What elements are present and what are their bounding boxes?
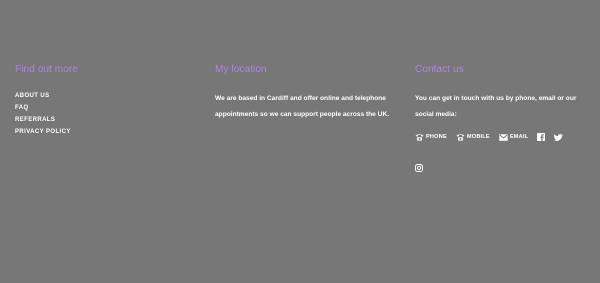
phone-label: PHONE — [426, 134, 447, 140]
mobile-icon — [456, 133, 465, 141]
faq-link[interactable]: FAQ — [15, 102, 185, 114]
footer-links: ABOUT US FAQ REFERRALS PRIVACY POLICY — [15, 90, 185, 138]
email-link[interactable]: EMAIL — [499, 133, 529, 141]
location-text: We are based in Cardiff and offer online… — [215, 95, 390, 118]
instagram-link[interactable] — [415, 164, 423, 172]
instagram-icon — [415, 164, 423, 172]
twitter-link[interactable] — [554, 133, 564, 141]
contact-text: You can get in touch with us by phone, e… — [415, 95, 577, 118]
twitter-icon — [554, 133, 564, 141]
location-section: My location We are based in Cardiff and … — [215, 64, 390, 122]
social-row — [415, 162, 590, 174]
site-footer: Find out more ABOUT US FAQ REFERRALS PRI… — [0, 0, 600, 283]
about-us-link[interactable]: ABOUT US — [15, 90, 185, 102]
email-label: EMAIL — [509, 134, 529, 140]
phone-icon — [415, 133, 424, 141]
facebook-link[interactable] — [537, 133, 546, 141]
mobile-link[interactable]: MOBILE — [456, 133, 490, 141]
find-out-more-section: Find out more ABOUT US FAQ REFERRALS PRI… — [15, 64, 185, 138]
referrals-link[interactable]: REFERRALS — [15, 114, 185, 126]
location-heading: My location — [215, 64, 267, 75]
contact-options: PHONE MOBILE EMAIL — [415, 131, 590, 143]
phone-link[interactable]: PHONE — [415, 133, 447, 141]
contact-section: Contact us You can get in touch with us … — [415, 64, 590, 174]
email-icon — [499, 133, 508, 141]
contact-heading: Contact us — [415, 64, 464, 75]
find-out-more-heading: Find out more — [15, 64, 78, 75]
mobile-label: MOBILE — [466, 134, 490, 140]
privacy-policy-link[interactable]: PRIVACY POLICY — [15, 126, 185, 138]
facebook-icon — [537, 133, 546, 141]
